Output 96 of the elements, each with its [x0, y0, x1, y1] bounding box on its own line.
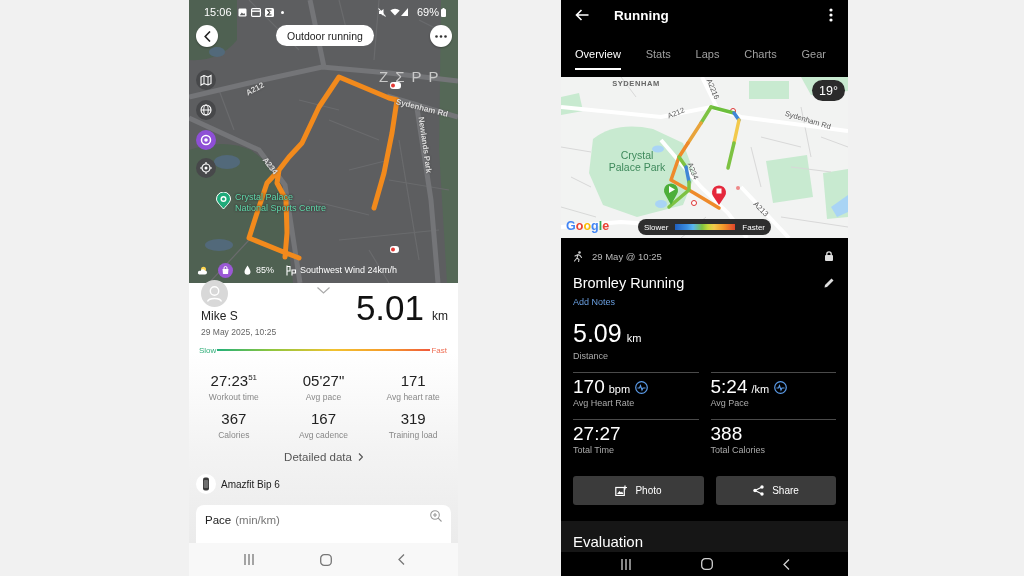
lock-icon	[824, 251, 834, 261]
legend-label: Faster	[742, 222, 765, 232]
distance-value: 5.01	[355, 293, 424, 323]
share-icon	[753, 485, 765, 496]
watch-icon	[196, 474, 216, 494]
running-icon	[573, 250, 583, 262]
add-photo-icon	[615, 485, 628, 496]
device-name: Amazfit Bip 6	[221, 478, 280, 490]
stat-value: 167	[310, 410, 336, 427]
wifi-icon	[389, 8, 400, 16]
back-arrow-icon[interactable]	[575, 9, 589, 21]
image-icon	[237, 7, 247, 17]
stat-label: Avg cadence	[299, 430, 348, 440]
stat-label: Workout time	[208, 392, 259, 402]
globe-icon	[200, 104, 212, 116]
road-label: Newlands Park	[416, 116, 434, 174]
pulse-icon[interactable]	[635, 380, 649, 394]
metric-value: 27:27	[573, 423, 621, 445]
photo-button[interactable]: Photo	[573, 476, 704, 505]
metric-label: Total Time	[573, 445, 614, 455]
battery-percentage: 69%	[416, 6, 439, 18]
battery-icon	[441, 7, 446, 17]
pulse-icon[interactable]	[774, 380, 788, 394]
signal-icon	[400, 8, 408, 16]
tab[interactable]: Laps	[695, 39, 720, 70]
edit-icon[interactable]	[823, 277, 835, 289]
chart-unit: (min/km)	[235, 514, 280, 526]
activity-title: Outdoor running	[276, 25, 374, 46]
tab[interactable]: Charts	[744, 39, 777, 70]
distance-unit: km	[432, 309, 448, 323]
activity-title: Bromley Running	[573, 275, 685, 291]
stat-value: 05'27"	[302, 372, 345, 389]
distance-label: Distance	[573, 351, 608, 361]
pond	[205, 239, 233, 251]
distance-unit: km	[626, 332, 642, 344]
chevron-right-icon	[357, 453, 363, 461]
map-icon	[200, 74, 212, 86]
metric-label: Total Calories	[710, 445, 766, 455]
more-icon[interactable]	[829, 8, 833, 22]
activity-date: 29 May @ 10:25	[592, 250, 662, 262]
chart-title: Pace	[205, 514, 232, 526]
detailed-data-link[interactable]: Detailed data	[284, 450, 363, 464]
add-notes-link[interactable]: Add Notes	[573, 297, 616, 307]
scale-label: Fast	[431, 345, 447, 355]
sigma-icon	[264, 7, 274, 17]
metric-unit: /km	[751, 383, 770, 395]
legend-label: Slower	[644, 222, 669, 232]
humidity-value: 85%	[256, 265, 274, 275]
scale-label: Slow	[199, 345, 217, 355]
drop-icon	[244, 265, 251, 275]
dot-icon	[280, 10, 284, 14]
tab[interactable]: Stats	[645, 39, 671, 70]
metric-label: Avg Pace	[710, 398, 749, 408]
more-icon	[435, 34, 447, 38]
place-pin-icon	[216, 192, 231, 210]
pace-gradient-bar	[675, 224, 736, 230]
user-name: Mike S	[201, 309, 238, 323]
wind-info: Southwest Wind 24km/h	[300, 265, 398, 275]
avatar-icon	[201, 280, 228, 307]
metric-unit: bpm	[608, 383, 631, 395]
finish-marker-icon	[712, 185, 726, 205]
activity-date: 29 May 2025, 10:25	[201, 327, 277, 337]
distance-value: 5.09	[573, 321, 622, 346]
park-label: Crystal Palace Park	[607, 149, 667, 173]
stat-value: 171	[400, 372, 426, 389]
screen-title: Running	[614, 7, 669, 23]
share-button[interactable]: Share	[716, 476, 836, 505]
metric-value: 388	[710, 423, 743, 445]
metric-value: 170	[573, 376, 605, 398]
metric-value: 5:24	[710, 376, 748, 398]
pond	[209, 47, 225, 57]
stat-value: 27:23$^{51}$	[210, 372, 258, 389]
map-attribution: Google	[566, 219, 610, 233]
crosshair-icon	[200, 162, 212, 174]
stat-label: Calories	[218, 430, 250, 440]
flag-icon	[286, 264, 297, 276]
zoom-in-icon[interactable]	[430, 510, 442, 522]
tab[interactable]: Gear	[801, 39, 826, 70]
status-time: 15:06	[204, 6, 232, 18]
metric-label: Avg Heart Rate	[573, 398, 635, 408]
mute-icon	[377, 7, 386, 17]
weather-icon	[197, 265, 207, 275]
stat-value: 319	[400, 410, 426, 427]
app-logo: ZΣPP	[379, 68, 446, 85]
stat-label: Training load	[388, 430, 438, 440]
stat-label: Avg heart rate	[386, 392, 440, 402]
bag-icon	[218, 262, 233, 278]
card-icon	[250, 7, 261, 17]
stat-label: Avg pace	[305, 392, 342, 402]
target-icon	[200, 134, 212, 146]
start-marker-icon	[664, 183, 678, 205]
section-title: Evaluation	[573, 533, 644, 550]
stat-value: 367	[221, 410, 247, 427]
tab[interactable]: Overview	[575, 39, 621, 70]
pond	[214, 155, 240, 169]
back-icon	[203, 30, 211, 42]
